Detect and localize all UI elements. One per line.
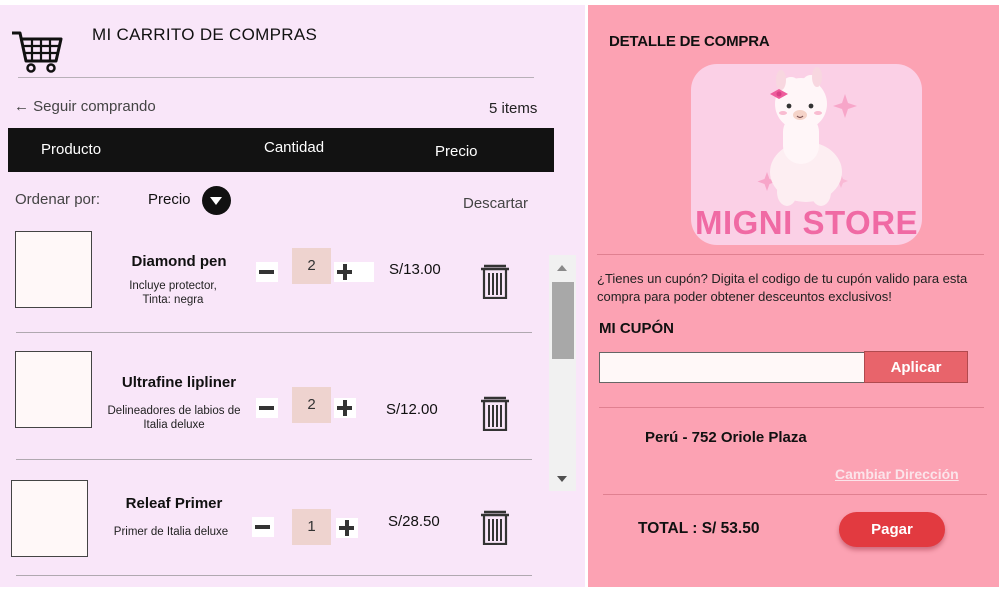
product-price: S/13.00 [389, 261, 441, 278]
order-total: TOTAL : S/ 53.50 [638, 520, 760, 537]
shipping-address: Perú - 752 Oriole Plaza [645, 429, 807, 446]
shopping-cart-icon [12, 31, 63, 73]
cart-item: Ultrafine lipliner Delineadores de labio… [0, 347, 548, 467]
chevron-down-icon[interactable] [202, 186, 231, 215]
product-description: Primer de Italia deluxe [113, 526, 229, 538]
trash-icon[interactable] [480, 263, 510, 299]
product-name: Ultrafine lipliner [121, 374, 237, 391]
quantity-value[interactable]: 2 [292, 248, 331, 284]
plus-icon[interactable] [334, 262, 374, 282]
sort-value[interactable]: Precio [148, 191, 191, 208]
scroll-down-arrow-icon[interactable] [557, 476, 567, 482]
coupon-label: MI CUPÓN [599, 320, 674, 337]
cart-panel: MI CARRITO DE COMPRAS ← Seguir comprando… [0, 5, 585, 587]
trash-icon[interactable] [480, 509, 510, 545]
apply-coupon-button[interactable]: Aplicar [864, 351, 968, 383]
discard-button[interactable]: Descartar [463, 195, 528, 212]
plus-icon[interactable] [334, 398, 356, 418]
divider [603, 494, 987, 495]
column-header-quantity: Cantidad [264, 139, 325, 156]
continue-shopping-link[interactable]: ← Seguir comprando [14, 98, 156, 115]
column-header-price: Precio [435, 143, 478, 160]
quantity-value[interactable]: 2 [292, 387, 331, 423]
items-count: 5 items [489, 100, 538, 117]
scrollbar[interactable] [549, 255, 576, 491]
product-description: Incluye protector, Tinta: negra [129, 280, 217, 306]
coupon-input[interactable] [599, 352, 865, 383]
product-price: S/28.50 [388, 513, 440, 530]
product-image [15, 231, 92, 308]
product-price: S/12.00 [386, 401, 438, 418]
divider [16, 459, 532, 460]
column-header-product: Producto [41, 141, 102, 158]
detail-title: DETALLE DE COMPRA [609, 33, 770, 50]
divider [599, 407, 984, 408]
product-description: Delineadores de labios de Italia deluxe [107, 405, 241, 431]
cart-item: Releaf Primer Primer de Italia deluxe 1 … [0, 475, 548, 587]
sort-label: Ordenar por: [15, 191, 101, 208]
divider [597, 254, 984, 255]
table-header: Producto Cantidad Precio [8, 128, 554, 172]
scroll-up-arrow-icon[interactable] [557, 265, 567, 271]
product-name: Diamond pen [131, 253, 227, 270]
order-detail-panel: DETALLE DE COMPRA MIGNI STORE ¿Tienes un… [588, 5, 999, 587]
minus-icon[interactable] [256, 398, 278, 418]
logo-text: MIGNI STORE [694, 204, 919, 241]
divider [16, 575, 532, 576]
coupon-info-text: ¿Tienes un cupón? Digita el codigo de tu… [597, 271, 968, 304]
store-logo: MIGNI STORE [691, 64, 922, 245]
change-address-link[interactable]: Cambiar Dirección [835, 466, 959, 482]
quantity-value[interactable]: 1 [292, 509, 331, 545]
cart-item: Diamond pen Incluye protector, Tinta: ne… [0, 227, 548, 347]
divider [16, 332, 532, 333]
divider [18, 77, 534, 78]
scroll-thumb[interactable] [552, 282, 574, 359]
pay-button[interactable]: Pagar [839, 512, 945, 547]
plus-icon[interactable] [336, 518, 358, 538]
product-image [11, 480, 88, 557]
cart-title: MI CARRITO DE COMPRAS [92, 25, 318, 44]
product-name: Releaf Primer [125, 495, 223, 512]
minus-icon[interactable] [256, 262, 278, 282]
minus-icon[interactable] [252, 517, 274, 537]
trash-icon[interactable] [480, 395, 510, 431]
product-image [15, 351, 92, 428]
